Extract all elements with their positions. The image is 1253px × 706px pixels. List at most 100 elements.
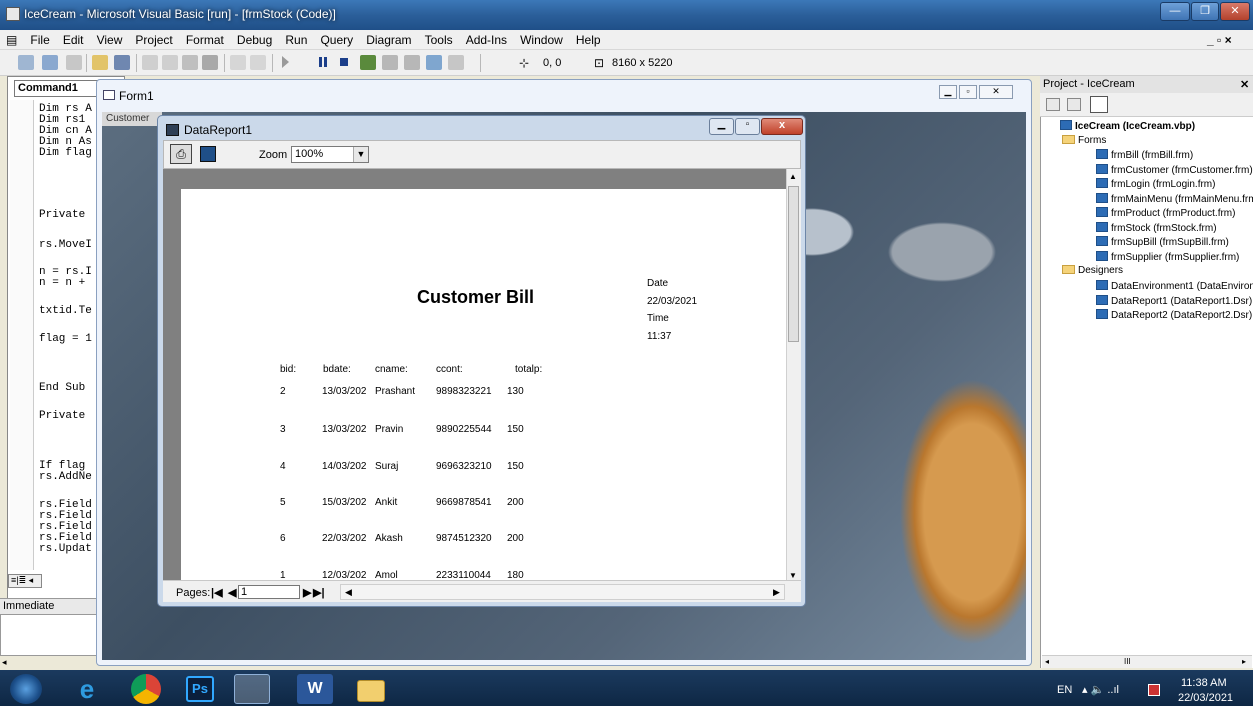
menu-format[interactable]: Format	[181, 30, 229, 47]
menu-view[interactable]: View	[92, 30, 128, 47]
toolbox-icon[interactable]	[448, 55, 464, 70]
vb6-icon[interactable]	[234, 674, 270, 704]
code-line[interactable]: rs.MoveI	[39, 239, 92, 251]
explorer-icon[interactable]	[357, 680, 385, 702]
cut-icon[interactable]	[142, 55, 158, 70]
undo-icon[interactable]	[230, 55, 246, 70]
project-root[interactable]: IceCream (IceCream.vbp)	[1060, 120, 1195, 132]
menu-addins[interactable]: Add-Ins	[461, 30, 512, 47]
form1-minimize-button[interactable]: ▁	[939, 85, 957, 99]
immediate-scroll-left[interactable]: ◂	[2, 657, 14, 669]
start-icon[interactable]	[282, 56, 289, 68]
menu-query[interactable]: Query	[315, 30, 358, 47]
paste-icon[interactable]	[182, 55, 198, 70]
project-close-icon[interactable]: ✕	[1240, 78, 1249, 91]
properties-icon[interactable]	[382, 55, 398, 70]
close-button[interactable]: ✕	[1220, 2, 1250, 21]
object-browser-icon[interactable]	[426, 55, 442, 70]
scroll-thumb[interactable]	[788, 186, 799, 342]
next-page-icon[interactable]: ▶	[303, 586, 311, 599]
view-object-icon[interactable]	[1067, 98, 1081, 111]
flag-icon[interactable]	[1148, 684, 1160, 696]
page-number-input[interactable]: 1	[238, 585, 300, 599]
menu-run[interactable]: Run	[280, 30, 312, 47]
ie-icon[interactable]: e	[68, 674, 106, 704]
menu-file[interactable]: File	[25, 30, 54, 47]
tree-item-designer[interactable]: DataEnvironment1 (DataEnvironment1.Dsr)	[1096, 280, 1253, 292]
menu-tools[interactable]: Tools	[420, 30, 458, 47]
mdi-window-controls[interactable]: _ ▫ ×	[1207, 33, 1232, 47]
form1-close-button[interactable]: ✕	[979, 85, 1013, 99]
copy-icon[interactable]	[162, 55, 178, 70]
tree-item-form[interactable]: frmLogin (frmLogin.frm)	[1096, 178, 1215, 190]
print-icon[interactable]: ⎙	[170, 144, 192, 164]
scroll-left-icon[interactable]: ◀	[345, 587, 352, 598]
menu-diagram[interactable]: Diagram	[361, 30, 416, 47]
menu-edit[interactable]: Edit	[58, 30, 89, 47]
code-line[interactable]: txtid.Te	[39, 305, 92, 317]
open-icon[interactable]	[92, 55, 108, 70]
last-page-icon[interactable]: ▶|	[313, 586, 325, 599]
scroll-down-icon[interactable]: ▼	[789, 571, 797, 580]
first-page-icon[interactable]: |◀	[211, 586, 223, 599]
chrome-icon[interactable]	[131, 674, 161, 704]
clock-time[interactable]: 11:38 AM	[1181, 677, 1227, 689]
code-line[interactable]: Private	[39, 410, 85, 422]
add-form-icon[interactable]	[42, 55, 58, 70]
pause-icon[interactable]	[319, 57, 327, 67]
prev-page-icon[interactable]: ◀	[228, 586, 236, 599]
menu-project[interactable]: Project	[130, 30, 177, 47]
menu-window[interactable]: Window	[515, 30, 568, 47]
datareport-close-button[interactable]: x	[761, 118, 803, 135]
menu-debug[interactable]: Debug	[232, 30, 277, 47]
code-line[interactable]: n = n +	[39, 277, 85, 289]
code-line[interactable]: rs.AddNe	[39, 471, 92, 483]
form1-maximize-button[interactable]: ▫	[959, 85, 977, 99]
scroll-right-icon[interactable]: ▶	[773, 587, 780, 598]
save-icon[interactable]	[114, 55, 130, 70]
project-explorer-icon[interactable]	[360, 55, 376, 70]
export-icon[interactable]	[200, 146, 216, 162]
tree-item-form[interactable]: frmCustomer (frmCustomer.frm)	[1096, 163, 1253, 176]
menu-help[interactable]: Help	[571, 30, 606, 47]
menu-doc-icon[interactable]: ▤	[0, 30, 22, 47]
form-layout-icon[interactable]	[404, 55, 420, 70]
language-indicator[interactable]: EN	[1057, 684, 1072, 696]
scroll-left-icon[interactable]: ◂	[1045, 657, 1049, 666]
tray-icons[interactable]: ▴ 🔈 ..ıl	[1082, 683, 1119, 696]
tree-item-form[interactable]: frmBill (frmBill.frm)	[1096, 149, 1193, 161]
tree-item-form[interactable]: frmSupplier (frmSupplier.frm)	[1096, 250, 1239, 263]
code-line[interactable]: flag = 1	[39, 333, 92, 345]
maximize-button[interactable]: ❐	[1191, 2, 1219, 21]
photoshop-icon[interactable]: Ps	[186, 676, 214, 702]
start-button[interactable]	[10, 674, 42, 704]
code-view-buttons[interactable]: ≡|≣ ◂	[8, 574, 42, 588]
code-line[interactable]: rs.Updat	[39, 543, 92, 555]
view-code-icon[interactable]	[1046, 98, 1060, 111]
toggle-folders-icon[interactable]	[1090, 96, 1108, 113]
tree-folder-designers[interactable]: Designers	[1062, 265, 1123, 276]
tree-item-form[interactable]: frmStock (frmStock.frm)	[1096, 221, 1217, 234]
clock-date[interactable]: 22/03/2021	[1178, 692, 1233, 704]
zoom-select[interactable]: 100% ▼	[291, 146, 369, 163]
tree-item-designer[interactable]: DataReport1 (DataReport1.Dsr)	[1096, 294, 1252, 307]
scroll-up-icon[interactable]: ▲	[789, 172, 797, 181]
datareport-minimize-button[interactable]: ▁	[709, 118, 734, 135]
tree-item-form[interactable]: frmProduct (frmProduct.frm)	[1096, 207, 1235, 219]
tree-item-designer[interactable]: DataReport2 (DataReport2.Dsr)	[1096, 309, 1252, 321]
project-horizontal-scrollbar[interactable]: ◂ III ▸	[1042, 655, 1252, 668]
datareport-maximize-button[interactable]: ▫	[735, 118, 760, 135]
tree-folder-forms[interactable]: Forms	[1062, 135, 1106, 146]
code-line[interactable]: Dim flag	[39, 147, 92, 159]
chevron-down-icon[interactable]: ▼	[353, 147, 368, 162]
minimize-button[interactable]: —	[1160, 2, 1190, 21]
scroll-right-icon[interactable]: ▸	[1242, 657, 1246, 666]
redo-icon[interactable]	[250, 55, 266, 70]
find-icon[interactable]	[202, 55, 218, 70]
tree-item-form[interactable]: frmMainMenu (frmMainMenu.frm)	[1096, 192, 1253, 205]
report-horizontal-scrollbar[interactable]: ◀ ▶	[340, 584, 785, 600]
add-project-icon[interactable]	[18, 55, 34, 70]
word-icon[interactable]: W	[297, 674, 333, 704]
stop-icon[interactable]	[340, 58, 348, 66]
menu-editor-icon[interactable]	[66, 55, 82, 70]
